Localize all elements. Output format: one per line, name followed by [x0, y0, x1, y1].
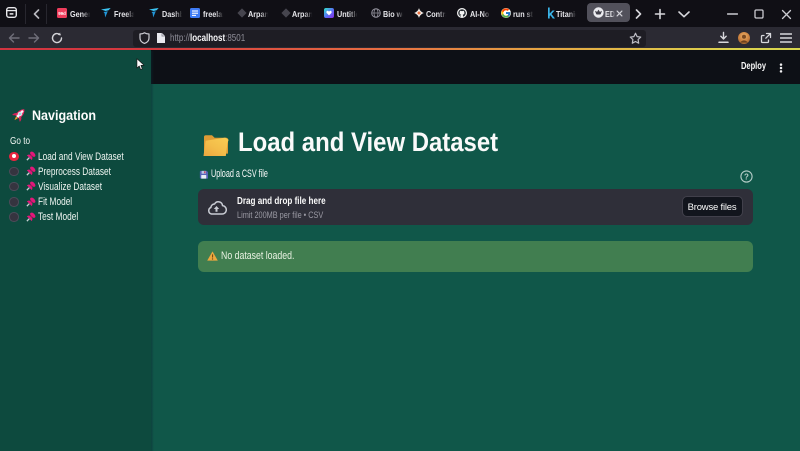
svg-text:?: ?	[744, 172, 749, 181]
svg-text:99d: 99d	[58, 11, 66, 16]
